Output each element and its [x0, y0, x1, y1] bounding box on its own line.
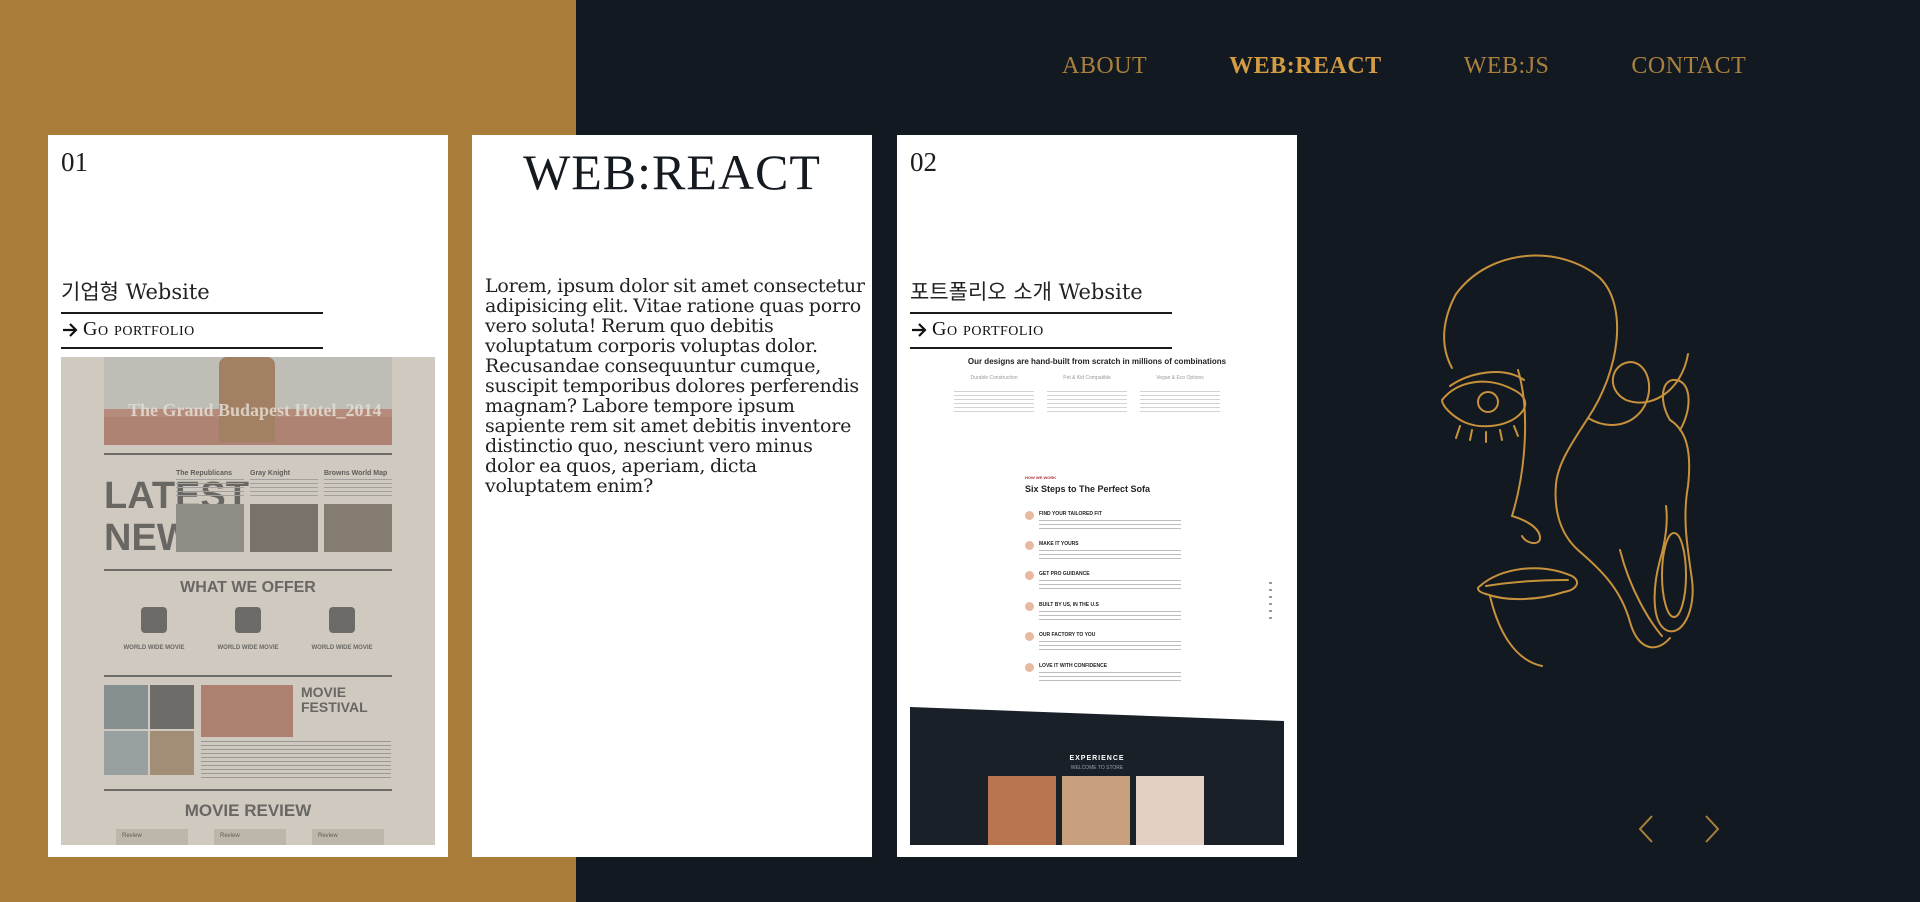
step-label: GET PRO GUIDANCE [1039, 571, 1090, 577]
card-number: 01 [61, 147, 88, 177]
step-label: FIND YOUR TAILORED FIT [1039, 511, 1102, 517]
next-slide-button[interactable] [1696, 812, 1726, 846]
portfolio-screenshot-1[interactable]: The Grand Budapest Hotel_2014 LATEST NEW… [61, 357, 435, 845]
feature-label: Vegan & Eco Options [1156, 375, 1204, 381]
face-line-art [1440, 254, 1694, 667]
divider [61, 347, 323, 349]
feature-item: Pet & Kid Compatible [1047, 375, 1127, 413]
step-item: OUR FACTORY TO YOU [1025, 632, 1195, 658]
screenshot-overlay [61, 357, 435, 845]
go-portfolio-link[interactable]: Go portfolio [910, 318, 1044, 341]
material-image [1136, 776, 1204, 845]
feature-label: Pet & Kid Compatible [1063, 375, 1111, 381]
arrow-right-icon [912, 322, 927, 337]
card-title: 기업형 Website [61, 280, 210, 304]
divider [910, 347, 1172, 349]
portfolio-card-1: 01 기업형 Website Go portfolio The Grand Bu… [48, 135, 448, 857]
divider [61, 312, 323, 314]
divider [910, 312, 1172, 314]
card-title: 포트폴리오 소개 Website [910, 280, 1143, 304]
step-label: OUR FACTORY TO YOU [1039, 632, 1096, 638]
arrow-right-icon [63, 322, 78, 337]
portfolio-card-2: 02 포트폴리오 소개 Website Go portfolio Our des… [897, 135, 1297, 857]
screenshot-headline: Our designs are hand-built from scratch … [967, 357, 1227, 366]
top-navigation: ABOUT WEB:REACT WEB:JS CONTACT [1062, 50, 1828, 82]
step-label: MAKE IT YOURS [1039, 541, 1079, 547]
step-item: FIND YOUR TAILORED FIT [1025, 511, 1195, 537]
prev-slide-button[interactable] [1632, 812, 1662, 846]
section-title: WEB:REACT [523, 144, 821, 200]
step-item: LOVE IT WITH CONFIDENCE [1025, 663, 1195, 689]
experience-title: EXPERIENCE [1069, 755, 1125, 762]
material-image [988, 776, 1056, 845]
link-label: Go portfolio [932, 318, 1044, 340]
nav-web-react[interactable]: WEB:REACT [1229, 50, 1382, 82]
feature-item: Vegan & Eco Options [1140, 375, 1220, 413]
feature-item: Durable Construction [954, 375, 1034, 413]
step-label: BUILT BY US, IN THE U.S [1039, 602, 1099, 608]
link-label: Go portfolio [83, 318, 195, 340]
section-description: Lorem, ipsum dolor sit amet consectetur … [485, 275, 865, 497]
experience-subtitle: WELCOME TO STORE [1070, 765, 1124, 771]
section-tag: HOW WE WORK [1025, 475, 1057, 480]
go-portfolio-link[interactable]: Go portfolio [61, 318, 195, 341]
page-dots [1269, 582, 1272, 622]
feature-label: Durable Construction [970, 375, 1018, 381]
portfolio-screenshot-2[interactable]: Our designs are hand-built from scratch … [910, 357, 1284, 845]
steps-title: Six Steps to The Perfect Sofa [1025, 484, 1151, 494]
step-item: BUILT BY US, IN THE U.S [1025, 602, 1195, 628]
description-card: WEB:REACT Lorem, ipsum dolor sit amet co… [472, 135, 872, 857]
chevron-right-icon [1705, 815, 1720, 843]
nav-web-js[interactable]: WEB:JS [1464, 50, 1550, 82]
step-item: GET PRO GUIDANCE [1025, 571, 1195, 597]
card-number: 02 [910, 147, 937, 177]
step-item: MAKE IT YOURS [1025, 541, 1195, 567]
nav-contact[interactable]: CONTACT [1631, 50, 1746, 82]
step-label: LOVE IT WITH CONFIDENCE [1039, 663, 1108, 669]
nav-about[interactable]: ABOUT [1062, 50, 1147, 82]
material-image [1062, 776, 1130, 845]
chevron-left-icon [1638, 815, 1653, 843]
